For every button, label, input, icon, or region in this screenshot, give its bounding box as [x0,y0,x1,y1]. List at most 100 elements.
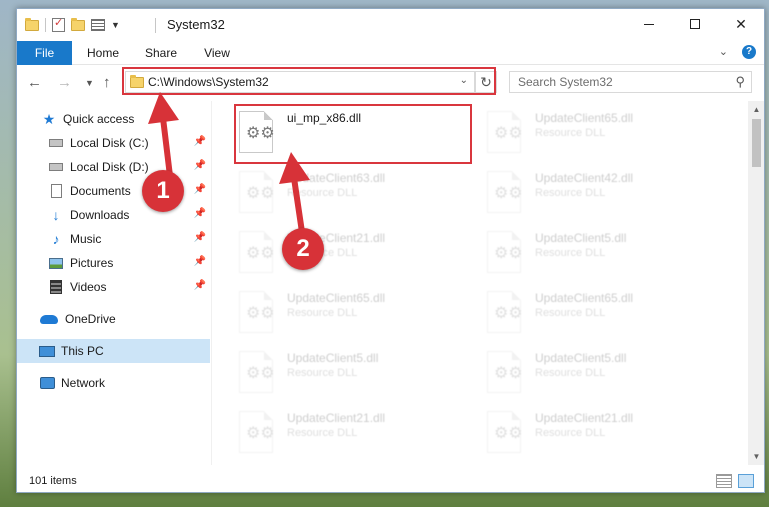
dll-file-icon: ⚙⚙ [487,291,523,333]
file-item[interactable]: ⚙⚙ UpdateClient21.dll Resource DLL [239,407,479,461]
file-item[interactable]: ⚙⚙ UpdateClient5.dll Resource DLL [239,347,479,401]
properties-icon[interactable] [52,16,65,32]
pin-icon[interactable]: 📌 [194,256,206,267]
file-name: UpdateClient65.dll [535,291,634,305]
drive-icon [48,159,64,175]
gears-icon: ⚙⚙ [494,245,523,262]
sidebar-item-pictures[interactable]: Pictures 📌 [17,251,212,275]
gears-icon: ⚙⚙ [494,125,523,142]
file-item[interactable]: ⚙⚙ UpdateClient63.dll Resource DLL [239,167,479,221]
file-item-highlighted[interactable]: ⚙⚙ ui_mp_x86.dll [239,107,479,161]
dll-file-icon: ⚙⚙ [487,351,523,393]
search-icon[interactable]: ⚲ [735,74,745,90]
pin-icon[interactable]: 📌 [194,184,206,195]
details-view-icon[interactable] [716,474,732,488]
help-icon[interactable]: ? [742,45,756,59]
sidebar-item-music[interactable]: ♪ Music 📌 [17,227,212,251]
minimize-icon [644,23,654,25]
forward-arrow-icon[interactable]: → [57,74,72,91]
scroll-down-arrow-icon[interactable]: ▼ [748,448,764,465]
expand-ribbon-icon[interactable]: ⌄ [719,45,728,59]
file-item[interactable]: ⚙⚙ UpdateClient5.dll Resource DLL [487,227,727,281]
file-name: UpdateClient65.dll [287,291,386,305]
new-folder-icon[interactable] [71,17,85,31]
sidebar-item-quick-access[interactable]: ★ Quick access [17,107,212,131]
address-history-chevron-icon[interactable]: ⌄ [460,75,468,86]
file-item[interactable]: ⚙⚙ UpdateClient65.dll Resource DLL [487,287,727,341]
tab-file[interactable]: File [17,41,72,65]
file-name: UpdateClient21.dll [535,411,634,425]
up-arrow-icon[interactable]: ↑ [103,74,111,91]
file-item[interactable]: ⚙⚙ UpdateClient65.dll Resource DLL [239,287,479,341]
folder-icon [130,75,144,88]
navigation-pane: ★ Quick access Local Disk (C:) 📌 Local D… [17,101,212,465]
sidebar-item-local-disk-d[interactable]: Local Disk (D:) 📌 [17,155,212,179]
gears-icon: ⚙⚙ [246,305,275,322]
view-options-icon[interactable] [91,19,105,31]
search-input[interactable] [510,72,720,92]
search-box[interactable]: ⚲ [509,71,752,93]
file-item[interactable]: ⚙⚙ UpdateClient42.dll Resource DLL [487,167,727,221]
address-path[interactable]: C:\Windows\System32 [148,75,269,89]
videos-icon [48,279,64,295]
file-item[interactable]: ⚙⚙ UpdateClient21.dll Resource DLL [239,227,479,281]
sidebar-item-label: Videos [70,280,107,294]
tab-home[interactable]: Home [85,41,121,65]
this-pc-icon [39,343,55,359]
tab-share[interactable]: Share [143,41,179,65]
file-type: Resource DLL [535,127,606,139]
scrollbar-thumb[interactable] [752,119,761,167]
pin-icon[interactable]: 📌 [194,208,206,219]
customize-toolbar-chevron-icon[interactable]: ▼ [111,20,120,30]
dll-file-icon: ⚙⚙ [487,171,523,213]
dll-file-icon: ⚙⚙ [239,351,275,393]
status-bar: 101 items [17,471,764,492]
file-type: Resource DLL [535,367,606,379]
file-type: Resource DLL [535,187,606,199]
drive-icon [48,135,64,151]
file-item[interactable]: ⚙⚙ UpdateClient21.dll Resource DLL [487,407,727,461]
sidebar-item-label: Quick access [63,112,135,126]
sidebar-item-downloads[interactable]: ↓ Downloads 📌 [17,203,212,227]
pin-icon[interactable]: 📌 [194,160,206,171]
sidebar-item-label: This PC [61,344,104,358]
back-arrow-icon[interactable]: ← [27,74,42,91]
ribbon-right-controls: ⌄ ? [719,45,756,59]
file-item[interactable]: ⚙⚙ UpdateClient65.dll Resource DLL [487,107,727,161]
gears-icon: ⚙⚙ [494,305,523,322]
maximize-button[interactable] [672,9,718,39]
sidebar-item-this-pc[interactable]: This PC [17,339,210,363]
sidebar-item-videos[interactable]: Videos 📌 [17,275,212,299]
file-name: UpdateClient5.dll [535,351,627,365]
file-name: UpdateClient5.dll [535,231,627,245]
quick-access-toolbar: ▼ [25,16,120,34]
large-icons-view-icon[interactable] [738,474,754,488]
refresh-button[interactable]: ↻ [475,71,497,93]
file-type: Resource DLL [287,307,358,319]
sidebar-item-network[interactable]: Network [17,371,212,395]
sidebar-item-local-disk-c[interactable]: Local Disk (C:) 📌 [17,131,212,155]
tab-view[interactable]: View [201,41,233,65]
downloads-icon: ↓ [52,207,60,223]
address-bar[interactable]: C:\Windows\System32 ⌄ [125,71,475,93]
pin-icon[interactable]: 📌 [194,232,206,243]
item-count: 101 items [29,475,77,487]
pin-icon[interactable]: 📌 [194,136,206,147]
sidebar-item-label: OneDrive [65,312,116,326]
file-type: Resource DLL [535,307,606,319]
vertical-scrollbar[interactable]: ▲ ▼ [748,101,764,465]
file-type: Resource DLL [287,187,358,199]
close-button[interactable]: ✕ [718,9,764,39]
file-list: ⚙⚙ ui_mp_x86.dll ⚙⚙ UpdateClient63.dll R… [213,101,747,465]
file-type: Resource DLL [535,427,606,439]
file-type: Resource DLL [535,247,606,259]
dll-file-icon: ⚙⚙ [239,291,275,333]
minimize-button[interactable] [626,9,672,39]
sidebar-item-onedrive[interactable]: OneDrive [17,307,212,331]
onedrive-icon [39,311,59,327]
callout-step-1: 1 [142,170,184,212]
recent-locations-chevron-icon[interactable]: ▼ [85,78,94,88]
pin-icon[interactable]: 📌 [194,280,206,291]
scroll-up-arrow-icon[interactable]: ▲ [748,101,764,118]
file-item[interactable]: ⚙⚙ UpdateClient5.dll Resource DLL [487,347,727,401]
